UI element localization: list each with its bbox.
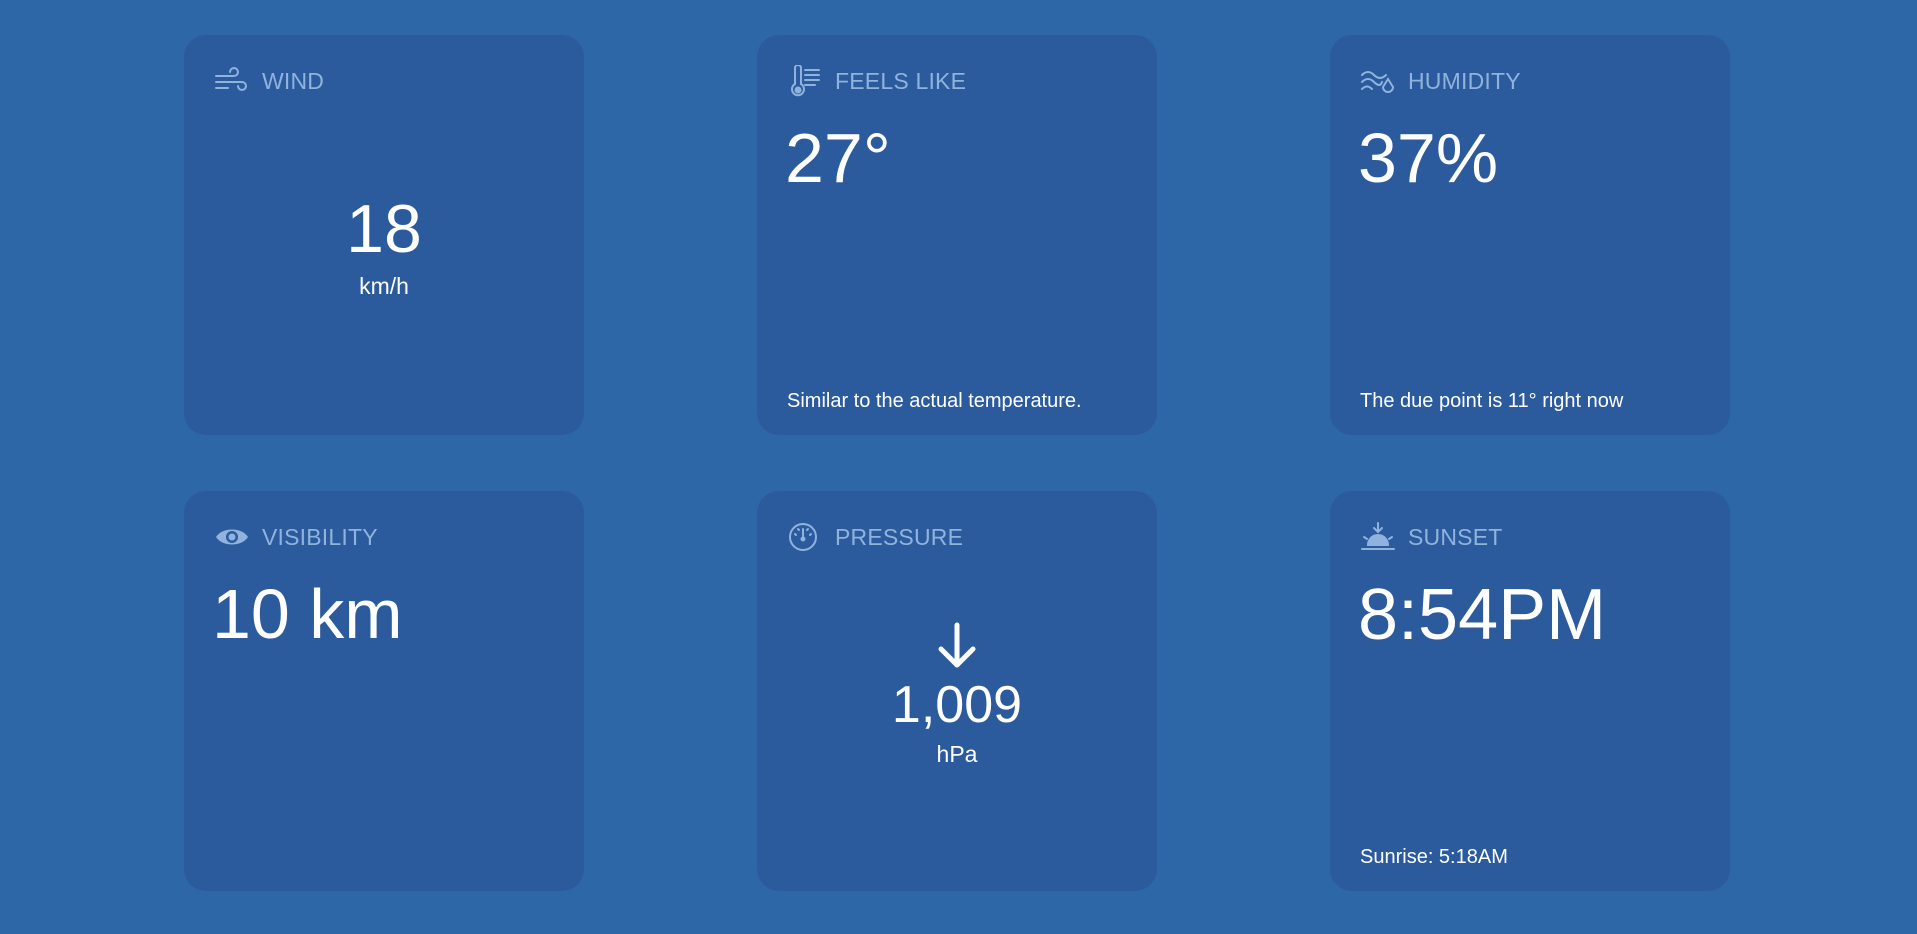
humidity-card-header: HUMIDITY (1360, 65, 1521, 97)
gauge-icon (787, 521, 823, 553)
sunset-value: 8:54PM (1358, 575, 1607, 655)
visibility-title: VISIBILITY (262, 523, 378, 550)
humidity-description: The due point is 11° right now (1360, 390, 1624, 412)
sunrise-time: Sunrise: 5:18AM (1360, 846, 1508, 868)
wind-reading: 18 km/h (184, 195, 584, 300)
feels-like-title: FEELS LIKE (835, 67, 967, 94)
pressure-card-header: PRESSURE (787, 521, 963, 553)
wind-card-header: WIND (214, 65, 324, 97)
humidity-card: HUMIDITY 37% The due point is 11° right … (1330, 35, 1730, 435)
visibility-card-header: VISIBILITY (214, 521, 378, 553)
sunset-icon (1360, 521, 1396, 553)
sunset-card: SUNSET 8:54PM Sunrise: 5:18AM (1330, 491, 1730, 891)
feels-like-description: Similar to the actual temperature. (787, 390, 1082, 412)
thermometer-icon (787, 65, 823, 97)
feels-like-value: 27° (785, 119, 891, 197)
pressure-title: PRESSURE (835, 523, 964, 550)
arrow-down-icon (757, 621, 1157, 671)
pressure-value: 1,009 (891, 676, 1023, 734)
humidity-icon (1360, 65, 1396, 97)
humidity-title: HUMIDITY (1408, 67, 1521, 94)
wind-speed-value: 18 (346, 191, 422, 267)
visibility-value: 10 km (212, 575, 403, 653)
wind-icon (214, 65, 250, 97)
pressure-unit: hPa (936, 741, 978, 767)
sunset-card-header: SUNSET (1360, 521, 1503, 553)
wind-card: WIND 18 km/h (184, 35, 584, 435)
feels-like-card: FEELS LIKE 27° Similar to the actual tem… (757, 35, 1157, 435)
wind-speed-unit: km/h (359, 273, 409, 299)
pressure-reading: 1,009 hPa (757, 621, 1157, 768)
feels-like-card-header: FEELS LIKE (787, 65, 966, 97)
wind-title: WIND (262, 67, 325, 94)
visibility-card: VISIBILITY 10 km (184, 491, 584, 891)
sunset-title: SUNSET (1408, 523, 1503, 550)
pressure-card: PRESSURE 1,009 hPa (757, 491, 1157, 891)
eye-icon (214, 521, 250, 553)
humidity-value: 37% (1358, 119, 1499, 197)
